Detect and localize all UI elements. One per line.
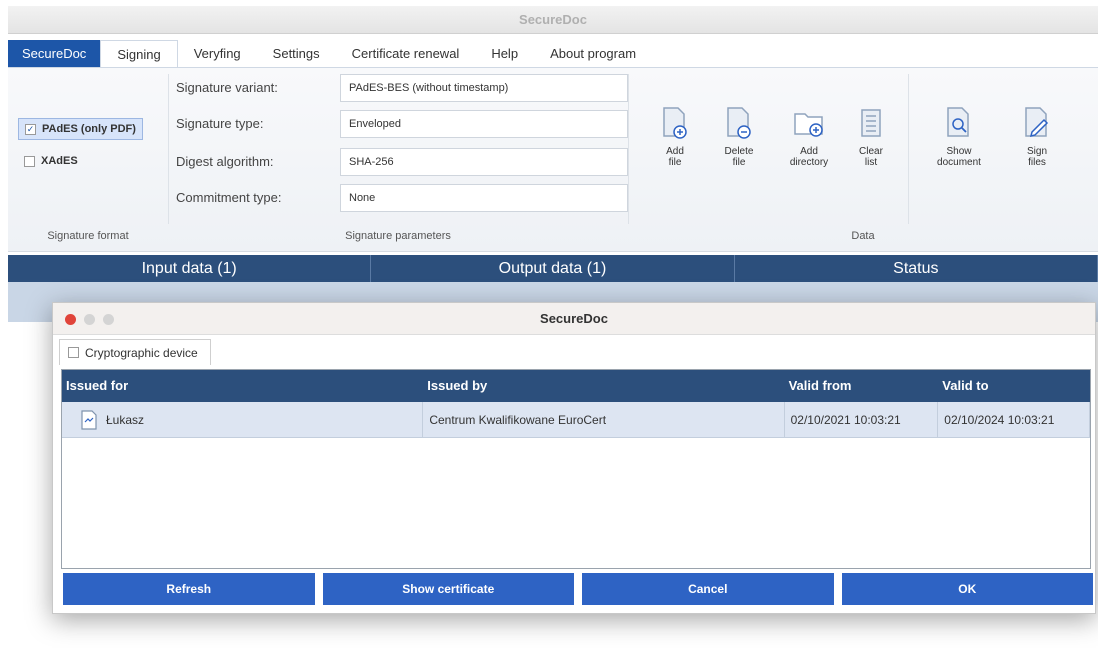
group-label-data: Data xyxy=(851,230,875,242)
refresh-button[interactable]: Refresh xyxy=(63,573,315,605)
checkbox-icon[interactable] xyxy=(24,155,35,167)
column-valid-from[interactable]: Valid from xyxy=(785,370,939,402)
sign-files-icon xyxy=(1025,107,1049,138)
column-issued-for[interactable]: Issued for xyxy=(62,370,423,402)
param-label-type: Signature type: xyxy=(176,116,264,131)
issued-by-value: Centrum Kwalifikowane EuroCert xyxy=(423,402,785,437)
add-directory-icon xyxy=(794,113,823,137)
ok-button[interactable]: OK xyxy=(841,573,1093,605)
add-directory-label-1: Add xyxy=(800,146,818,157)
menu-item-settings[interactable]: Settings xyxy=(257,40,336,67)
group-label-signature-parameters: Signature parameters xyxy=(345,230,451,242)
signature-type-select[interactable]: Enveloped xyxy=(340,110,628,138)
add-file-button[interactable]: Add file xyxy=(644,106,706,168)
device-icon xyxy=(68,347,79,358)
sign-files-label-2: files xyxy=(1028,157,1046,168)
group-divider xyxy=(628,74,629,224)
main-table-header: Input data (1) Output data (1) Status xyxy=(8,255,1098,282)
column-issued-by[interactable]: Issued by xyxy=(423,370,784,402)
menu-bar: SecureDoc Signing Veryfing Settings Cert… xyxy=(8,40,1098,68)
format-option-label: PAdES (only PDF) xyxy=(42,123,136,135)
menu-item-veryfing[interactable]: Veryfing xyxy=(178,40,257,67)
commitment-type-select[interactable]: None xyxy=(340,184,628,212)
clear-list-label-1: Clear xyxy=(859,146,883,157)
add-file-label-2: file xyxy=(668,157,682,168)
dialog-title: SecureDoc xyxy=(540,311,608,326)
column-input-data[interactable]: Input data (1) xyxy=(8,255,372,282)
show-certificate-button[interactable]: Show certificate xyxy=(322,573,574,605)
delete-file-button[interactable]: Delete file xyxy=(708,106,770,168)
clear-list-icon xyxy=(861,109,881,137)
menu-item-securedoc[interactable]: SecureDoc xyxy=(8,40,101,67)
dialog-tab-strip: Cryptographic device xyxy=(53,335,1095,367)
cell-issued-for: Łukasz xyxy=(62,402,424,437)
column-output-data[interactable]: Output data (1) xyxy=(371,255,735,282)
clear-list-label-2: list xyxy=(864,157,878,168)
format-option-label: XAdES xyxy=(41,155,78,167)
menu-item-about-program[interactable]: About program xyxy=(534,40,652,67)
sign-files-button[interactable]: Sign files xyxy=(1006,106,1068,168)
window-controls xyxy=(65,314,114,325)
add-directory-label-2: directory xyxy=(789,157,829,168)
param-label-commitment: Commitment type: xyxy=(176,190,282,205)
certificate-dialog: SecureDoc Cryptographic device Issued fo… xyxy=(52,302,1096,614)
tab-label: Cryptographic device xyxy=(85,345,198,360)
tab-cryptographic-device[interactable]: Cryptographic device xyxy=(59,339,211,365)
show-document-icon xyxy=(947,107,969,137)
dialog-titlebar: SecureDoc xyxy=(53,303,1095,335)
minimize-window-icon[interactable] xyxy=(84,314,95,325)
add-file-icon xyxy=(663,107,687,139)
menu-item-signing[interactable]: Signing xyxy=(100,40,178,67)
show-document-label-2: document xyxy=(937,157,981,168)
add-directory-button[interactable]: Add directory xyxy=(778,106,840,168)
group-divider xyxy=(908,74,909,224)
dialog-button-row: Refresh Show certificate Cancel OK xyxy=(63,573,1093,605)
show-document-label-1: Show xyxy=(946,146,972,157)
delete-file-label-2: file xyxy=(732,157,746,168)
sign-files-label-1: Sign xyxy=(1026,146,1047,157)
menu-item-help[interactable]: Help xyxy=(475,40,534,67)
menu-item-certificate-renewal[interactable]: Certificate renewal xyxy=(336,40,476,67)
main-window-titlebar: SecureDoc xyxy=(8,6,1098,34)
certificate-table: Issued for Issued by Valid from Valid to… xyxy=(61,369,1091,569)
table-row[interactable]: Łukasz Centrum Kwalifikowane EuroCert 02… xyxy=(62,402,1090,438)
param-label-digest: Digest algorithm: xyxy=(176,154,274,169)
valid-to-value: 02/10/2024 10:03:21 xyxy=(938,402,1090,437)
column-status[interactable]: Status xyxy=(735,255,1098,282)
cancel-button[interactable]: Cancel xyxy=(582,573,834,605)
delete-file-icon xyxy=(727,107,751,139)
add-file-label-1: Add xyxy=(666,146,684,157)
group-divider xyxy=(168,74,169,224)
close-window-icon[interactable] xyxy=(65,314,76,325)
ribbon: ✓ PAdES (only PDF) XAdES Signature forma… xyxy=(8,68,1098,252)
valid-from-value: 02/10/2021 10:03:21 xyxy=(785,402,939,437)
format-option-xades[interactable]: XAdES xyxy=(18,150,84,172)
signature-variant-select[interactable]: PAdES-BES (without timestamp) xyxy=(340,74,628,102)
zoom-window-icon[interactable] xyxy=(103,314,114,325)
group-label-signature-format: Signature format xyxy=(47,230,129,242)
issued-for-value: Łukasz xyxy=(106,412,145,427)
digest-algorithm-select[interactable]: SHA-256 xyxy=(340,148,628,176)
main-window-title: SecureDoc xyxy=(519,12,587,27)
delete-file-label-1: Delete xyxy=(724,146,754,157)
format-option-pades[interactable]: ✓ PAdES (only PDF) xyxy=(18,118,143,140)
certificate-icon xyxy=(81,409,97,430)
column-valid-to[interactable]: Valid to xyxy=(938,370,1090,402)
checkbox-checked-icon[interactable]: ✓ xyxy=(25,123,36,135)
clear-list-button[interactable]: Clear list xyxy=(840,106,902,168)
certificate-table-header: Issued for Issued by Valid from Valid to xyxy=(62,370,1090,402)
show-document-button[interactable]: Show document xyxy=(928,106,990,168)
param-label-variant: Signature variant: xyxy=(176,80,278,95)
